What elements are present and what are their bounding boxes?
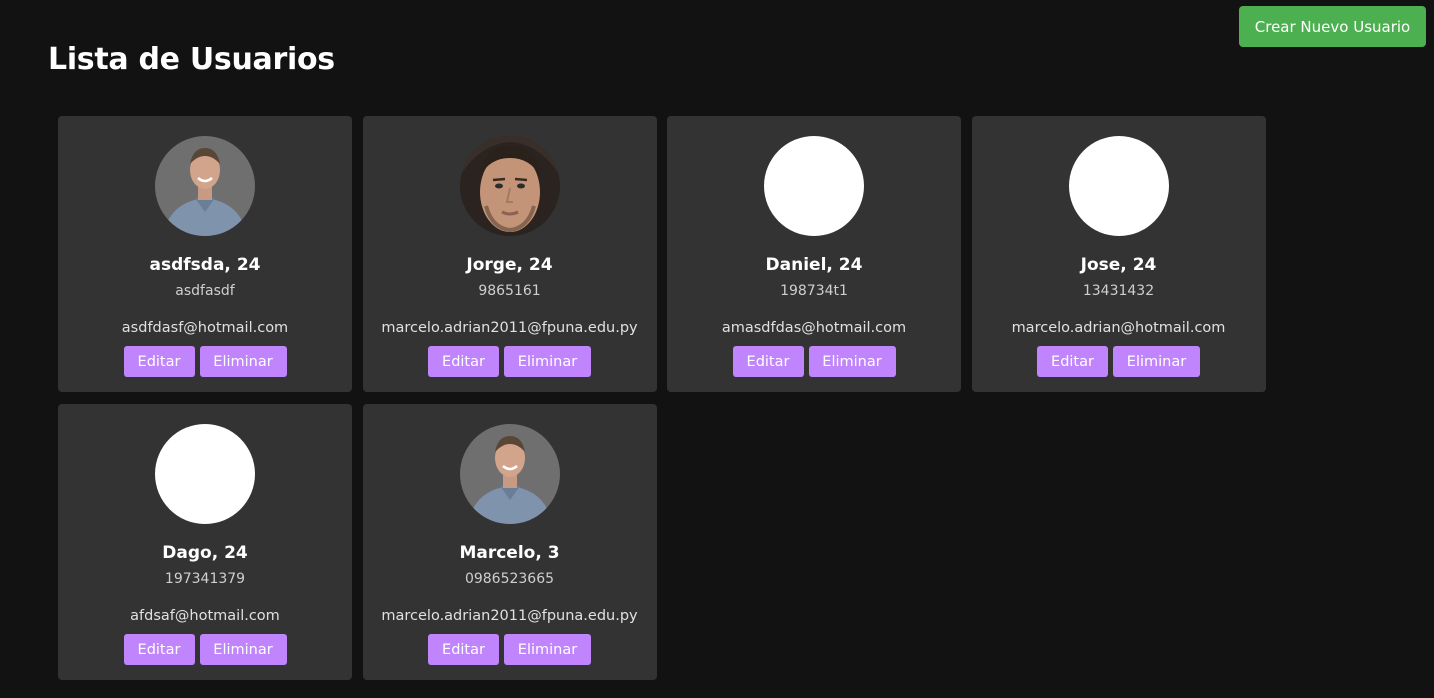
avatar-photo [155,136,255,236]
user-phone: 197341379 [164,571,246,587]
card-actions: Editar Eliminar [1037,346,1200,377]
delete-button[interactable]: Eliminar [199,346,287,377]
user-age: 24 [236,255,261,275]
edit-button[interactable]: Editar [428,346,499,377]
card-actions: Editar Eliminar [123,634,287,665]
avatar [459,424,560,524]
user-email: marcelo.adrian@hotmail.com [1011,320,1226,336]
page-title: Lista de Usuarios [48,42,335,77]
user-email: marcelo.adrian2011@fpuna.edu.py [381,320,638,336]
delete-button[interactable]: Eliminar [808,346,896,377]
edit-button[interactable]: Editar [732,346,804,377]
edit-button[interactable]: Editar [123,346,195,377]
user-name-age: Jorge, 24 [466,254,552,276]
user-name-age: Dago, 24 [162,542,248,564]
user-card: Jorge, 24 9865161 marcelo.adrian2011@fpu… [362,116,657,392]
user-name: Jose [1080,255,1121,275]
delete-button[interactable]: Eliminar [1113,346,1200,377]
avatar [155,136,255,236]
user-name: Marcelo [459,543,536,563]
card-actions: Editar Eliminar [732,346,896,377]
avatar [1068,136,1169,236]
card-actions: Editar Eliminar [428,346,591,377]
user-card: Dago, 24 197341379 afdsaf@hotmail.com Ed… [58,404,352,680]
user-name-age: Daniel, 24 [766,254,863,276]
user-list-page: Crear Nuevo Usuario Lista de Usuarios as… [0,0,1434,698]
name-separator: , [535,543,548,563]
edit-button[interactable]: Editar [1037,346,1108,377]
user-phone: 9865161 [478,283,541,299]
name-separator: , [826,255,839,275]
avatar-photo [459,136,560,236]
avatar [155,424,255,524]
user-card: Marcelo, 3 0986523665 marcelo.adrian2011… [362,404,657,680]
user-phone: 0986523665 [464,571,555,587]
create-user-button[interactable]: Crear Nuevo Usuario [1239,6,1426,47]
user-age: 24 [838,255,863,275]
user-card: Jose, 24 13431432 marcelo.adrian@hotmail… [971,116,1266,392]
user-card: asdfsda, 24 asdfasdf asdfdasf@hotmail.co… [58,116,352,392]
user-name: Daniel [765,255,827,275]
name-separator: , [1120,255,1133,275]
user-age: 24 [224,543,248,563]
user-phone: 198734t1 [780,283,848,299]
user-card-grid: asdfsda, 24 asdfasdf asdfdasf@hotmail.co… [58,116,1268,680]
user-card: Daniel, 24 198734t1 amasdfdas@hotmail.co… [667,116,961,392]
user-age: 3 [547,543,560,563]
name-separator: , [224,255,237,275]
avatar-photo [459,424,560,524]
user-age: 24 [528,255,553,275]
delete-button[interactable]: Eliminar [199,634,287,665]
user-email: marcelo.adrian2011@fpuna.edu.py [381,608,638,624]
user-phone: 13431432 [1082,283,1155,299]
card-actions: Editar Eliminar [123,346,287,377]
user-name-age: asdfsda, 24 [150,254,261,276]
user-name: asdfsda [149,255,225,275]
avatar [764,136,864,236]
user-email: amasdfdas@hotmail.com [721,320,907,336]
edit-button[interactable]: Editar [123,634,195,665]
user-age: 24 [1132,255,1157,275]
card-actions: Editar Eliminar [428,634,591,665]
user-name-age: Jose, 24 [1081,254,1157,276]
user-phone: asdfasdf [175,283,235,299]
delete-button[interactable]: Eliminar [504,634,591,665]
name-separator: , [516,255,529,275]
avatar [459,136,560,236]
user-name: Dago [162,543,212,563]
delete-button[interactable]: Eliminar [504,346,591,377]
user-email: afdsaf@hotmail.com [130,608,280,624]
edit-button[interactable]: Editar [428,634,499,665]
user-name-age: Marcelo, 3 [459,542,559,564]
user-email: asdfdasf@hotmail.com [121,320,289,336]
name-separator: , [211,543,225,563]
user-name: Jorge [466,255,517,275]
